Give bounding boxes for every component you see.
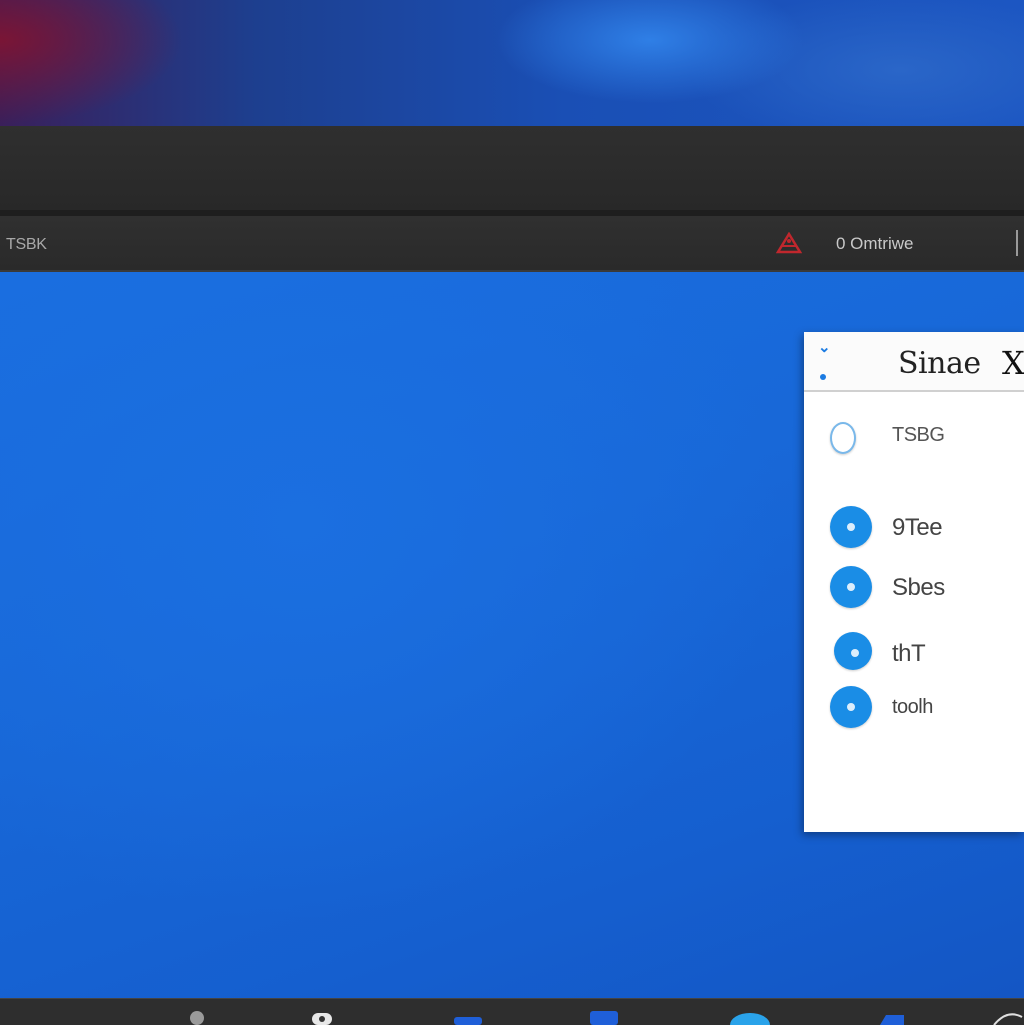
scroll-handle[interactable] — [1016, 230, 1024, 256]
wallpaper — [0, 0, 1024, 130]
panel-item-label: toolh — [892, 696, 933, 718]
side-panel: ⌄ Sinae X TSBG 9Tee Sbes thT toolh — [804, 332, 1024, 832]
window-frame-top — [0, 126, 1024, 212]
chevron-down-icon[interactable]: ⌄ — [818, 338, 831, 356]
app-icon[interactable] — [452, 1007, 484, 1025]
panel-item-label: TSBG — [892, 424, 945, 446]
camera-icon[interactable] — [310, 1007, 334, 1025]
close-icon[interactable]: X — [1002, 344, 1024, 382]
window-title: TSBK — [6, 236, 47, 253]
panel-item-label: 9Tee — [892, 514, 943, 541]
search-icon[interactable] — [990, 1007, 1024, 1025]
user-icon — [830, 422, 856, 454]
dot-icon — [820, 374, 826, 380]
panel-title: Sinae — [898, 346, 981, 381]
circle-icon — [834, 632, 872, 670]
circle-icon — [830, 686, 872, 728]
browser-icon[interactable] — [728, 1007, 772, 1025]
panel-header: ⌄ Sinae X — [804, 332, 1024, 392]
taskbar — [0, 998, 1024, 1025]
app-icon[interactable] — [588, 1007, 620, 1025]
app-icon[interactable] — [876, 1007, 908, 1025]
panel-item-label: thT — [892, 640, 926, 667]
alert-icon[interactable] — [776, 232, 802, 254]
panel-item[interactable]: Sbes — [804, 564, 1024, 614]
circle-icon — [830, 506, 872, 548]
panel-item[interactable]: toolh — [804, 684, 1024, 734]
window-titlebar[interactable]: TSBK 0 Omtriwe — [0, 216, 1024, 272]
panel-item[interactable]: thT — [804, 630, 1024, 680]
panel-item[interactable]: TSBG — [804, 416, 1024, 466]
status-text[interactable]: 0 Omtriwe — [836, 234, 913, 254]
circle-icon — [830, 566, 872, 608]
settings-icon[interactable] — [186, 1007, 208, 1025]
panel-item-label: Sbes — [892, 574, 945, 601]
panel-item[interactable]: 9Tee — [804, 504, 1024, 554]
